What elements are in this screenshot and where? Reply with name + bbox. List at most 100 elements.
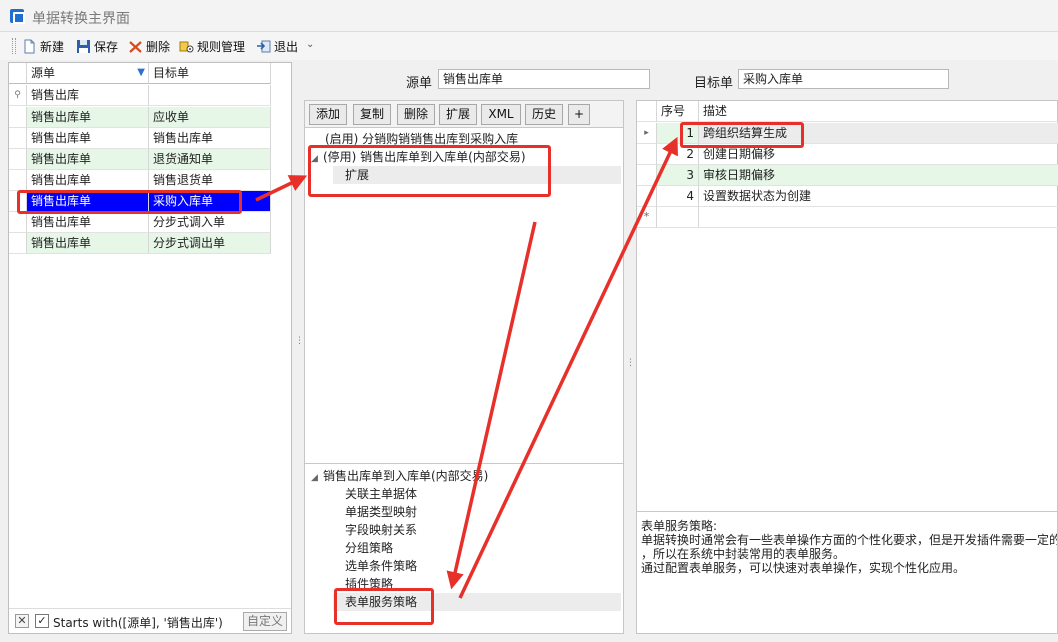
new-button[interactable]: 新建 bbox=[22, 36, 64, 56]
table-row[interactable]: 销售出库单 应收单 bbox=[9, 107, 271, 128]
column-header-seq[interactable]: 序号 bbox=[657, 101, 699, 122]
policy-item[interactable]: 插件策略 bbox=[345, 575, 393, 593]
customize-filter-button[interactable]: 自定义 bbox=[243, 612, 287, 631]
exit-button[interactable]: 退出 bbox=[256, 36, 298, 56]
table-row-selected[interactable]: 销售出库单 采购入库单 bbox=[9, 191, 271, 212]
rules-gear-icon bbox=[179, 39, 194, 54]
filter-enabled-checkbox[interactable]: ✓ bbox=[35, 614, 49, 628]
rules-management-button[interactable]: 规则管理 bbox=[179, 36, 245, 56]
policy-item[interactable]: 选单条件策略 bbox=[345, 557, 417, 575]
desc-cell[interactable] bbox=[699, 207, 1058, 228]
new-row[interactable]: * bbox=[637, 207, 1058, 228]
target-cell[interactable]: 分步式调入单 bbox=[149, 212, 271, 233]
seq-cell[interactable] bbox=[657, 207, 699, 228]
save-button[interactable]: 保存 bbox=[76, 36, 118, 56]
desc-cell[interactable]: 审核日期偏移 bbox=[699, 165, 1058, 186]
filter-bar: ✕ ✓ Starts with([源单], '销售出库') 自定义 bbox=[9, 608, 291, 633]
source-cell[interactable]: 销售出库单 bbox=[27, 149, 149, 170]
conversion-list-panel: 源单 ▼ 目标单 ⚲ 销售出库 销售出库单 应收单 销售出库单 销售出库单 销售… bbox=[8, 62, 292, 634]
table-row[interactable]: 销售出库单 销售退货单 bbox=[9, 170, 271, 191]
filter-row-source-cell[interactable]: 销售出库 bbox=[27, 85, 149, 106]
table-row[interactable]: 4 设置数据状态为创建 bbox=[637, 186, 1058, 207]
more-button[interactable]: + bbox=[568, 104, 590, 125]
row-indicator bbox=[9, 191, 27, 212]
rule-item-disabled[interactable]: ◢ (停用) 销售出库单到入库单(内部交易) bbox=[311, 148, 526, 166]
target-cell[interactable]: 销售出库单 bbox=[149, 128, 271, 149]
target-cell[interactable]: 销售退货单 bbox=[149, 170, 271, 191]
description-line: 通过配置表单服务，可以快速对表单操作，实现个性化应用。 bbox=[641, 561, 966, 575]
seq-cell[interactable]: 2 bbox=[657, 144, 699, 165]
exit-icon bbox=[256, 39, 271, 54]
desc-cell[interactable]: 设置数据状态为创建 bbox=[699, 186, 1058, 207]
toolbar-grip[interactable] bbox=[12, 38, 16, 54]
column-header-source-label: 源单 bbox=[31, 66, 56, 80]
table-row[interactable]: 销售出库单 分步式调出单 bbox=[9, 233, 271, 254]
right-splitter-grip[interactable]: ⋮ bbox=[626, 359, 635, 372]
table-row[interactable]: 销售出库单 退货通知单 bbox=[9, 149, 271, 170]
target-cell[interactable]: 采购入库单 bbox=[149, 191, 271, 212]
xml-button[interactable]: XML bbox=[481, 104, 521, 125]
tree-expand-icon[interactable]: ◢ bbox=[311, 150, 323, 168]
rule-item-extension[interactable]: 扩展 bbox=[333, 166, 621, 184]
source-cell[interactable]: 销售出库单 bbox=[27, 107, 149, 128]
column-header-source[interactable]: 源单 ▼ bbox=[27, 63, 149, 84]
new-button-label: 新建 bbox=[40, 39, 65, 54]
filter-row-target-cell[interactable] bbox=[149, 85, 271, 106]
source-cell[interactable]: 销售出库单 bbox=[27, 191, 149, 212]
seq-cell[interactable]: 4 bbox=[657, 186, 699, 207]
table-row[interactable]: ▸ 1 跨组织结算生成 bbox=[637, 123, 1058, 144]
source-cell[interactable]: 销售出库单 bbox=[27, 170, 149, 191]
column-header-desc[interactable]: 描述 bbox=[699, 101, 1058, 122]
policy-item[interactable]: 关联主单据体 bbox=[345, 485, 417, 503]
extend-rule-button[interactable]: 扩展 bbox=[439, 104, 477, 125]
target-cell[interactable]: 退货通知单 bbox=[149, 149, 271, 170]
target-cell[interactable]: 分步式调出单 bbox=[149, 233, 271, 254]
left-splitter-grip[interactable]: ⋮ bbox=[295, 337, 304, 350]
desc-cell[interactable]: 跨组织结算生成 bbox=[699, 123, 1058, 144]
policy-tree-root-label: 销售出库单到入库单(内部交易) bbox=[323, 469, 489, 483]
source-field[interactable]: 销售出库单 bbox=[438, 69, 650, 89]
exit-button-label: 退出 bbox=[274, 39, 299, 54]
target-field-label: 目标单 bbox=[694, 76, 734, 91]
copy-rule-button[interactable]: 复制 bbox=[353, 104, 391, 125]
add-rule-button[interactable]: 添加 bbox=[309, 104, 347, 125]
policy-item-form-service[interactable]: 表单服务策略 bbox=[333, 593, 621, 611]
rules-management-label: 规则管理 bbox=[197, 39, 246, 54]
table-row[interactable]: 2 创建日期偏移 bbox=[637, 144, 1058, 165]
column-header-target-label: 目标单 bbox=[153, 66, 190, 80]
seq-cell[interactable]: 1 bbox=[657, 123, 699, 144]
desc-cell[interactable]: 创建日期偏移 bbox=[699, 144, 1058, 165]
target-field[interactable]: 采购入库单 bbox=[738, 69, 949, 89]
policy-description: 表单服务策略: 单据转换时通常会有一些表单操作方面的个性化要求，但是开发插件需要… bbox=[641, 519, 1057, 575]
tree-expand-icon[interactable]: ◢ bbox=[311, 469, 323, 487]
filter-row-icon: ⚲ bbox=[9, 85, 27, 106]
mid-splitter[interactable] bbox=[305, 463, 623, 464]
policy-tree-root[interactable]: ◢ 销售出库单到入库单(内部交易) bbox=[311, 467, 488, 485]
row-indicator bbox=[637, 144, 657, 165]
form-service-panel: 序号 描述 ▸ 1 跨组织结算生成 2 创建日期偏移 3 审核日期偏移 4 设置… bbox=[636, 100, 1058, 634]
toolbar-overflow-chevron-icon[interactable]: ⌄ bbox=[306, 39, 314, 50]
source-cell[interactable]: 销售出库单 bbox=[27, 212, 149, 233]
right-splitter[interactable] bbox=[637, 511, 1057, 512]
column-header-target[interactable]: 目标单 bbox=[149, 63, 271, 84]
current-row-arrow-icon: ▸ bbox=[637, 123, 657, 144]
row-indicator-header bbox=[9, 63, 27, 84]
table-row[interactable]: 3 审核日期偏移 bbox=[637, 165, 1058, 186]
history-button[interactable]: 历史 bbox=[525, 104, 563, 125]
source-cell[interactable]: 销售出库单 bbox=[27, 233, 149, 254]
policy-item[interactable]: 分组策略 bbox=[345, 539, 393, 557]
delete-button[interactable]: 删除 bbox=[128, 36, 170, 56]
service-grid-header: 序号 描述 bbox=[637, 101, 1058, 122]
delete-rule-button[interactable]: 删除 bbox=[397, 104, 435, 125]
policy-item[interactable]: 字段映射关系 bbox=[345, 521, 417, 539]
source-cell[interactable]: 销售出库单 bbox=[27, 128, 149, 149]
table-row[interactable]: 销售出库单 销售出库单 bbox=[9, 128, 271, 149]
rule-item-enabled[interactable]: (启用) 分销购销销售出库到采购入库 bbox=[325, 130, 518, 148]
seq-cell[interactable]: 3 bbox=[657, 165, 699, 186]
target-cell[interactable]: 应收单 bbox=[149, 107, 271, 128]
row-indicator bbox=[9, 149, 27, 170]
policy-item[interactable]: 单据类型映射 bbox=[345, 503, 417, 521]
clear-filter-close-icon[interactable]: ✕ bbox=[15, 614, 29, 628]
table-row[interactable]: 销售出库单 分步式调入单 bbox=[9, 212, 271, 233]
filter-funnel-icon[interactable]: ▼ bbox=[137, 63, 145, 83]
